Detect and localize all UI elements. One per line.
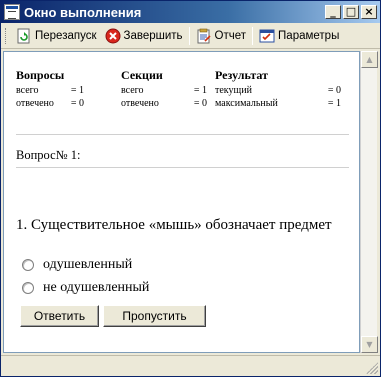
maximize-button[interactable]: □ xyxy=(343,5,359,19)
divider xyxy=(16,134,349,135)
title-bar[interactable]: Окно выполнения _ □ × xyxy=(1,1,380,23)
resize-grip-icon[interactable] xyxy=(366,362,378,374)
answer-button[interactable]: Ответить xyxy=(20,305,99,327)
stat-label: отвечено xyxy=(121,98,159,109)
finish-button[interactable]: Завершить xyxy=(101,25,187,47)
stat-label: текущий xyxy=(215,85,252,96)
stat-label: всего xyxy=(121,85,144,96)
result-current-row: текущий = 0 xyxy=(215,84,341,97)
status-bar xyxy=(1,355,380,376)
params-button[interactable]: Параметры xyxy=(255,25,343,47)
answer-label[interactable]: не одушевленный xyxy=(43,280,149,296)
result-stats: Результат текущий = 0 максимальный = 1 xyxy=(215,68,341,110)
sections-answered-row: отвечено = 0 xyxy=(121,97,207,110)
stat-value: = 1 xyxy=(193,85,207,96)
stat-label: отвечено xyxy=(16,98,54,109)
window-title: Окно выполнения xyxy=(24,4,142,20)
stat-value: = 1 xyxy=(327,98,341,109)
sections-total-row: всего = 1 xyxy=(121,84,207,97)
report-label: Отчет xyxy=(214,29,247,42)
stat-label: максимальный xyxy=(215,98,278,109)
skip-button[interactable]: Пропустить xyxy=(103,305,206,327)
report-button[interactable]: Отчет xyxy=(192,25,251,47)
result-max-row: максимальный = 1 xyxy=(215,97,341,110)
report-icon xyxy=(197,28,211,43)
restart-icon xyxy=(17,28,30,43)
restart-label: Перезапуск xyxy=(35,29,97,42)
settings-icon xyxy=(259,29,275,42)
question-text: 1. Существительное «мышь» обозначает пре… xyxy=(16,217,332,233)
toolbar-grip[interactable] xyxy=(5,27,8,44)
answer-option[interactable]: не одушевленный xyxy=(22,280,149,296)
result-header: Результат xyxy=(215,68,269,82)
questions-total-row: всего = 1 xyxy=(16,84,84,97)
close-button[interactable]: × xyxy=(361,5,377,19)
minimize-button[interactable]: _ xyxy=(325,5,341,19)
divider xyxy=(16,167,349,168)
toolbar-separator xyxy=(252,26,254,45)
finish-label: Завершить xyxy=(123,29,183,42)
scroll-up-icon[interactable]: ▲ xyxy=(361,51,378,68)
questions-stats: Вопросы всего = 1 отвечено = 0 xyxy=(16,68,84,110)
questions-answered-row: отвечено = 0 xyxy=(16,97,84,110)
stat-value: = 0 xyxy=(327,85,341,96)
params-label: Параметры xyxy=(278,29,340,42)
restart-button[interactable]: Перезапуск xyxy=(12,25,101,47)
answer-option[interactable]: одушевленный xyxy=(22,257,132,273)
radio-button[interactable] xyxy=(22,282,34,294)
test-content-area: Вопросы всего = 1 отвечено = 0 Секции вс… xyxy=(3,51,360,353)
window-controls: _ □ × xyxy=(325,5,377,19)
answer-label[interactable]: одушевленный xyxy=(43,257,132,273)
scroll-down-icon[interactable]: ▼ xyxy=(361,336,378,353)
question-number: Вопрос№ 1: xyxy=(16,148,81,162)
execution-window: Окно выполнения _ □ × Перезапуск Заверши… xyxy=(0,0,381,377)
stat-value: = 1 xyxy=(70,85,84,96)
toolbar-separator xyxy=(188,26,190,45)
stop-icon xyxy=(105,28,120,43)
stat-label: всего xyxy=(16,85,39,96)
stat-value: = 0 xyxy=(70,98,84,109)
window-app-icon xyxy=(4,4,20,20)
sections-header: Секции xyxy=(121,68,163,82)
stat-value: = 0 xyxy=(193,98,207,109)
toolbar: Перезапуск Завершить Отчет Параметры xyxy=(1,23,380,49)
questions-header: Вопросы xyxy=(16,68,65,82)
radio-button[interactable] xyxy=(22,259,34,271)
vertical-scrollbar[interactable]: ▲ ▼ xyxy=(360,51,378,353)
sections-stats: Секции всего = 1 отвечено = 0 xyxy=(121,68,207,110)
